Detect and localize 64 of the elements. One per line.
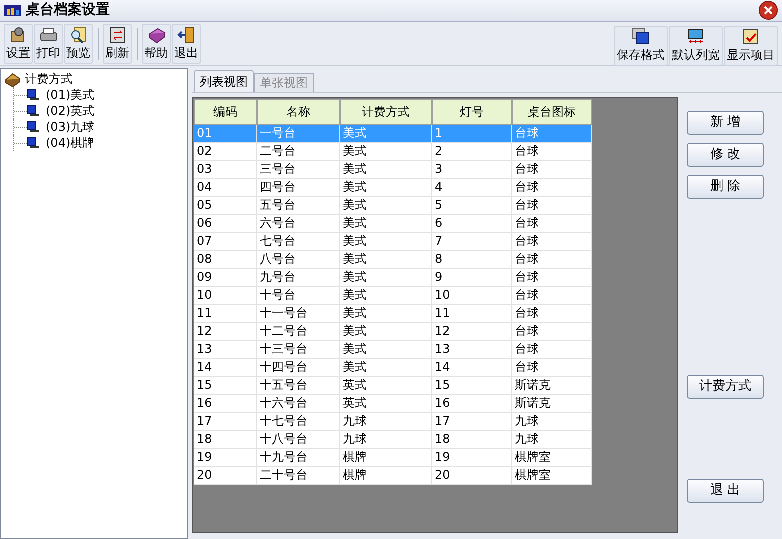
monitor-icon xyxy=(27,121,40,133)
app-icon xyxy=(4,4,22,16)
action-button[interactable]: 计费方式 xyxy=(687,375,764,399)
table-row[interactable]: 10 十号台 美式 10 台球 xyxy=(194,287,592,305)
printer-icon xyxy=(38,26,58,44)
monitor-icon xyxy=(27,89,40,101)
table-ruler-icon xyxy=(686,28,706,46)
toolbar-button[interactable]: 打印 xyxy=(34,24,63,64)
table-row[interactable]: 07 七号台 美式 7 台球 xyxy=(194,233,592,251)
toolbar-button[interactable]: 设置 xyxy=(4,24,33,64)
action-button[interactable]: 新 增 xyxy=(687,111,764,135)
tree-root[interactable]: 计费方式 xyxy=(25,70,73,88)
table-cell: 20 xyxy=(432,467,512,485)
toolbar-button[interactable]: 刷新 xyxy=(103,24,132,64)
action-button[interactable]: 退 出 xyxy=(687,479,764,503)
column-header[interactable]: 名称 xyxy=(257,99,340,125)
action-button[interactable]: 修 改 xyxy=(687,143,764,167)
table-row[interactable]: 14 十四号台 美式 14 台球 xyxy=(194,359,592,377)
table-row[interactable]: 13 十三号台 美式 13 台球 xyxy=(194,341,592,359)
table-cell: 棋牌 xyxy=(340,467,432,485)
table-row[interactable]: 19 十九号台 棋牌 19 棋牌室 xyxy=(194,449,592,467)
toolbar-button[interactable]: 退出 xyxy=(172,24,201,64)
close-icon xyxy=(764,6,773,15)
column-header[interactable]: 计费方式 xyxy=(340,99,432,125)
tree-item[interactable]: (04)棋牌 xyxy=(46,134,95,152)
table-cell: 20 xyxy=(194,467,257,485)
table-row[interactable]: 17 十七号台 九球 17 九球 xyxy=(194,413,592,431)
table-row[interactable]: 15 十五号台 英式 15 斯诺克 xyxy=(194,377,592,395)
tree-item[interactable]: (01)美式 xyxy=(46,86,95,104)
toolbar-button[interactable]: 预览 xyxy=(64,24,93,64)
tree-item[interactable]: (03)九球 xyxy=(46,118,95,136)
action-button[interactable]: 删 除 xyxy=(687,175,764,199)
table-row[interactable]: 06 六号台 美式 6 台球 xyxy=(194,215,592,233)
table-row[interactable]: 03 三号台 美式 3 台球 xyxy=(194,161,592,179)
toolbar-button[interactable]: 默认列宽 xyxy=(669,26,723,66)
table-grid-icon xyxy=(631,28,651,46)
table-row[interactable]: 16 十六号台 英式 16 斯诺克 xyxy=(194,395,592,413)
table-row[interactable]: 09 九号台 美式 9 台球 xyxy=(194,269,592,287)
table-row[interactable]: 11 十一号台 美式 11 台球 xyxy=(194,305,592,323)
table-row[interactable]: 20 二十号台 棋牌 20 棋牌室 xyxy=(194,467,592,485)
table-row[interactable]: 05 五号台 美式 5 台球 xyxy=(194,197,592,215)
table-row[interactable]: 08 八号台 美式 8 台球 xyxy=(194,251,592,269)
toolbar-button[interactable]: 显示项目 xyxy=(724,26,778,66)
magnifier-page-icon xyxy=(68,26,88,44)
column-header[interactable]: 编码 xyxy=(194,99,257,125)
tab[interactable]: 列表视图 xyxy=(194,70,254,92)
toolbar-button[interactable]: 保存格式 xyxy=(614,26,668,66)
column-header[interactable]: 灯号 xyxy=(432,99,512,125)
refresh-icon xyxy=(108,26,128,44)
table-cell: 二十号台 xyxy=(257,467,340,485)
window-title: 桌台档案设置 xyxy=(26,0,110,20)
toolbar-button[interactable]: 帮助 xyxy=(142,24,171,64)
monitor-icon xyxy=(27,137,40,149)
table-check-icon xyxy=(741,28,761,46)
close-button[interactable] xyxy=(759,1,778,20)
column-header[interactable]: 桌台图标 xyxy=(512,99,592,125)
tree-item[interactable]: (02)英式 xyxy=(46,102,95,120)
table-row[interactable]: 18 十八号台 九球 18 九球 xyxy=(194,431,592,449)
table-cell: 棋牌室 xyxy=(512,467,592,485)
table-row[interactable]: 12 十二号台 美式 12 台球 xyxy=(194,323,592,341)
table-row[interactable]: 02 二号台 美式 2 台球 xyxy=(194,143,592,161)
exit-door-icon xyxy=(176,26,196,44)
table-row[interactable]: 04 四号台 美式 4 台球 xyxy=(194,179,592,197)
monitor-icon xyxy=(27,105,40,117)
